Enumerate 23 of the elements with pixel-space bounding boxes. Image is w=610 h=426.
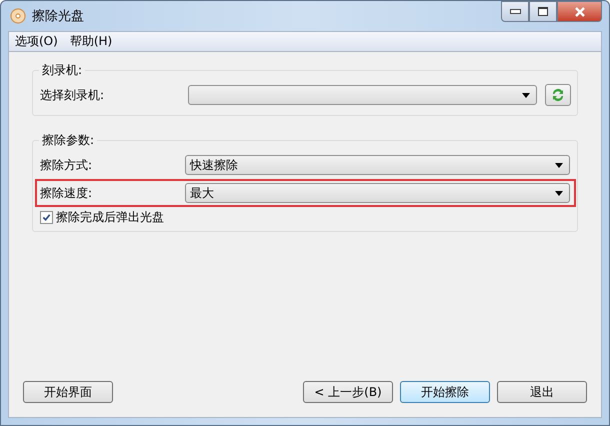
button[interactable]: 开始界面 bbox=[23, 381, 113, 403]
dropdown[interactable] bbox=[188, 85, 538, 105]
maximize-button[interactable] bbox=[529, 1, 557, 22]
group-title: 擦除参数: bbox=[39, 132, 98, 149]
field-label: 擦除速度: bbox=[40, 184, 94, 202]
disc-icon bbox=[10, 8, 26, 24]
checkbox-label: 擦除完成后弹出光盘 bbox=[56, 208, 164, 226]
menu-item[interactable]: 帮助(H) bbox=[70, 33, 112, 50]
menu-item[interactable]: 选项(O) bbox=[15, 33, 58, 50]
window-title: 擦除光盘 bbox=[32, 8, 84, 25]
close-button[interactable] bbox=[557, 1, 602, 22]
checkbox[interactable] bbox=[40, 210, 53, 224]
refresh-button[interactable] bbox=[545, 84, 571, 106]
dropdown[interactable]: 快速擦除 bbox=[184, 155, 570, 175]
button[interactable]: 开始擦除 bbox=[400, 381, 490, 403]
field-label: 擦除方式: bbox=[40, 156, 94, 174]
dropdown[interactable]: 最大 bbox=[184, 183, 570, 203]
group-title: 刻录机: bbox=[39, 62, 86, 79]
button[interactable]: 退出 bbox=[497, 381, 587, 403]
minimize-button[interactable] bbox=[501, 1, 529, 22]
field-label: 选择刻录机: bbox=[40, 86, 106, 104]
close-icon bbox=[574, 6, 586, 16]
button[interactable]: < 上一步(B) bbox=[303, 381, 393, 403]
